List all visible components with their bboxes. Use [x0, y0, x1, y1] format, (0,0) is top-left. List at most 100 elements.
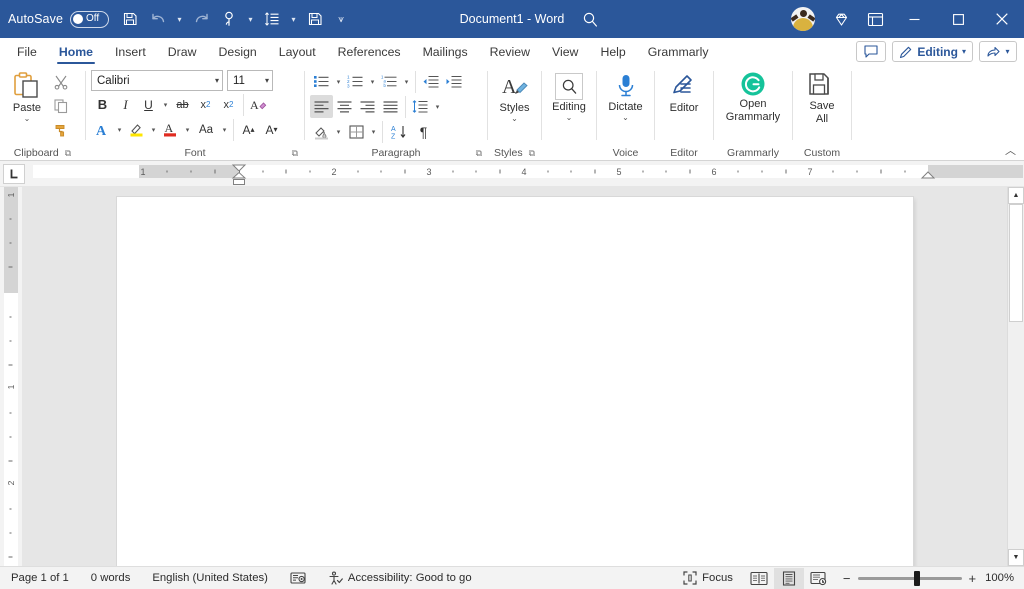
shrink-font-button[interactable]: A▾ — [260, 118, 283, 141]
format-painter-button[interactable] — [49, 118, 72, 141]
paragraph-dialog-launcher-icon[interactable]: ⧉ — [476, 148, 482, 159]
justify-button[interactable] — [379, 95, 402, 118]
scroll-up-arrow-icon[interactable]: ▲ — [1008, 187, 1024, 204]
text-highlight-button[interactable] — [125, 118, 148, 141]
styles-chevron-down-icon[interactable]: ⌄ — [511, 115, 518, 123]
share-button[interactable]: ▾ — [979, 41, 1017, 62]
text-effects-button[interactable]: A — [91, 118, 114, 141]
highlight-chevron-down-icon[interactable]: ▾ — [148, 118, 159, 141]
language-indicator[interactable]: English (United States) — [141, 567, 279, 589]
search-icon[interactable] — [578, 8, 602, 30]
align-left-button[interactable] — [310, 95, 333, 118]
redo-icon[interactable] — [188, 6, 214, 32]
tab-home[interactable]: Home — [48, 38, 104, 65]
tab-layout[interactable]: Layout — [268, 38, 327, 65]
maximize-icon[interactable] — [936, 0, 980, 38]
comments-button[interactable] — [856, 41, 886, 62]
editor-button[interactable]: Editor — [660, 71, 708, 114]
borders-chevron-down-icon[interactable]: ▾ — [368, 120, 379, 143]
editing-button[interactable]: Editing ⌄ — [547, 71, 591, 122]
tab-design[interactable]: Design — [207, 38, 267, 65]
numbering-chevron-down-icon[interactable]: ▾ — [367, 70, 378, 93]
dictate-button[interactable]: Dictate ⌄ — [602, 70, 649, 122]
zoom-in-button[interactable]: + — [969, 571, 977, 586]
italic-button[interactable]: I — [114, 93, 137, 116]
save-all-button[interactable]: Save All — [798, 69, 846, 125]
dialog-launcher-icon[interactable]: ⧉ — [65, 148, 71, 159]
collapse-ribbon-button[interactable]: ︿ — [1005, 142, 1016, 158]
user-avatar[interactable] — [791, 7, 815, 31]
scroll-down-arrow-icon[interactable]: ▼ — [1008, 549, 1024, 566]
cut-button[interactable] — [49, 70, 72, 93]
font-color-chevron-down-icon[interactable]: ▾ — [182, 118, 193, 141]
shading-button[interactable] — [310, 120, 333, 143]
zoom-track[interactable] — [858, 577, 962, 580]
line-spacing-icon[interactable] — [259, 6, 285, 32]
tab-stop-selector[interactable] — [3, 164, 25, 184]
focus-mode-button[interactable]: Focus — [672, 567, 744, 589]
editing-mode-button[interactable]: Editing ▾ — [892, 41, 973, 62]
font-dialog-launcher-icon[interactable]: ⧉ — [292, 148, 298, 159]
change-case-chevron-down-icon[interactable]: ▾ — [219, 118, 230, 141]
horizontal-ruler[interactable]: 1 2 3 4 5 6 7 — [33, 161, 1024, 187]
read-mode-button[interactable] — [744, 568, 774, 589]
subscript-button[interactable]: x2 — [194, 93, 217, 116]
undo-dropdown-icon[interactable]: ▾ — [173, 6, 186, 32]
tab-review[interactable]: Review — [479, 38, 541, 65]
font-size-chevron-down-icon[interactable]: ▾ — [259, 76, 269, 85]
undo-icon[interactable] — [145, 6, 171, 32]
page-indicator[interactable]: Page 1 of 1 — [0, 567, 80, 589]
align-right-button[interactable] — [356, 95, 379, 118]
autosave-toggle[interactable]: AutoSave Off — [8, 11, 109, 28]
accessibility-status[interactable]: Accessibility: Good to go — [317, 567, 483, 589]
text-effects-chevron-down-icon[interactable]: ▾ — [114, 118, 125, 141]
tab-view[interactable]: View — [541, 38, 589, 65]
paste-chevron-down-icon[interactable]: ⌄ — [24, 115, 31, 123]
change-case-button[interactable]: Aa — [193, 118, 219, 141]
autosave-switch[interactable]: Off — [70, 11, 109, 28]
copy-button[interactable] — [49, 94, 72, 117]
clear-formatting-button[interactable]: A — [247, 93, 270, 116]
numbering-button[interactable]: 123 — [344, 70, 367, 93]
touch-mode-icon[interactable] — [216, 6, 242, 32]
bullets-chevron-down-icon[interactable]: ▾ — [333, 70, 344, 93]
zoom-slider[interactable]: − + — [834, 571, 985, 586]
scroll-thumb[interactable] — [1009, 204, 1023, 322]
line-spacing-dropdown-icon[interactable]: ▾ — [287, 6, 300, 32]
tab-help[interactable]: Help — [589, 38, 636, 65]
borders-button[interactable] — [344, 120, 368, 143]
bold-button[interactable]: B — [91, 93, 114, 116]
multilevel-list-button[interactable]: 1ab — [378, 70, 401, 93]
tab-grammarly[interactable]: Grammarly — [637, 38, 720, 65]
vertical-scrollbar[interactable]: ▲ ▼ — [1007, 187, 1024, 566]
superscript-button[interactable]: x2 — [217, 93, 240, 116]
word-count[interactable]: 0 words — [80, 567, 142, 589]
ribbon-display-options-icon[interactable] — [858, 0, 892, 38]
zoom-level-label[interactable]: 100% — [985, 572, 1024, 584]
font-family-chevron-down-icon[interactable]: ▾ — [209, 76, 219, 85]
vertical-ruler[interactable]: 1 1 2 — [0, 187, 22, 566]
show-formatting-marks-button[interactable]: ¶ — [412, 120, 435, 143]
tab-insert[interactable]: Insert — [104, 38, 157, 65]
tab-draw[interactable]: Draw — [157, 38, 208, 65]
multilevel-chevron-down-icon[interactable]: ▾ — [401, 70, 412, 93]
touch-mode-dropdown-icon[interactable]: ▾ — [244, 6, 257, 32]
editing-chevron-down-icon[interactable]: ⌄ — [566, 114, 573, 122]
proofing-icon[interactable] — [279, 567, 317, 589]
shading-chevron-down-icon[interactable]: ▾ — [333, 120, 344, 143]
line-spacing-chevron-down-icon[interactable]: ▾ — [432, 95, 443, 118]
zoom-thumb[interactable] — [914, 571, 920, 586]
align-center-button[interactable] — [333, 95, 356, 118]
zoom-out-button[interactable]: − — [843, 571, 851, 586]
font-size-combobox[interactable]: 11 ▾ — [227, 70, 273, 91]
open-grammarly-button[interactable]: Open Grammarly — [719, 69, 787, 123]
minimize-icon[interactable] — [892, 0, 936, 38]
increase-indent-button[interactable] — [442, 70, 465, 93]
save-icon[interactable] — [117, 6, 143, 32]
document-page[interactable] — [117, 197, 913, 566]
underline-button[interactable]: U — [137, 93, 160, 116]
tab-file[interactable]: File — [6, 38, 48, 65]
bullets-button[interactable] — [310, 70, 333, 93]
document-canvas[interactable] — [22, 187, 1007, 566]
underline-chevron-down-icon[interactable]: ▾ — [160, 93, 171, 116]
